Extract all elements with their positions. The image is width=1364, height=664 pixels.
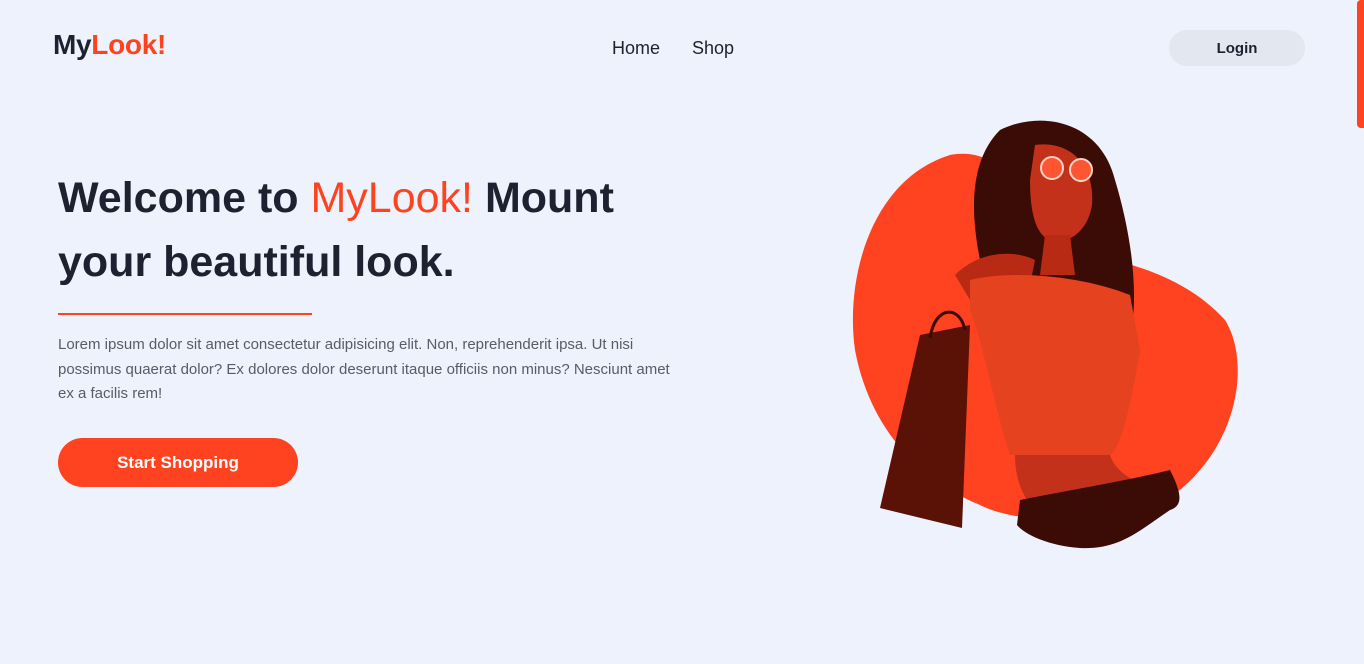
- sunglasses-left-lens: [1040, 156, 1064, 180]
- logo-accent: Look!: [91, 29, 167, 60]
- start-shopping-button[interactable]: Start Shopping: [58, 438, 298, 487]
- hero-description: Lorem ipsum dolor sit amet consectetur a…: [58, 336, 670, 402]
- hero-title: Welcome to MyLook! Mount your beautiful …: [58, 166, 718, 294]
- nav-shop-link[interactable]: Shop: [692, 38, 734, 59]
- nav-home-link[interactable]: Home: [612, 38, 660, 59]
- brand-logo[interactable]: MyLook!: [53, 29, 166, 61]
- sunglasses-right-lens: [1069, 158, 1093, 182]
- main-nav: Home Shop: [612, 38, 734, 59]
- hero-title-part1: Welcome to: [58, 174, 311, 222]
- landing-page: MyLook! Home Shop Login Welcome to MyLoo…: [0, 0, 1364, 664]
- login-button[interactable]: Login: [1169, 30, 1305, 66]
- title-divider: [58, 313, 312, 315]
- neck-shape: [1040, 235, 1075, 275]
- woman-shopping-illustration: [852, 120, 1238, 549]
- logo-prefix: My: [53, 29, 92, 60]
- scrollbar-thumb[interactable]: [1357, 0, 1364, 128]
- hero-title-accent: MyLook!: [310, 174, 473, 222]
